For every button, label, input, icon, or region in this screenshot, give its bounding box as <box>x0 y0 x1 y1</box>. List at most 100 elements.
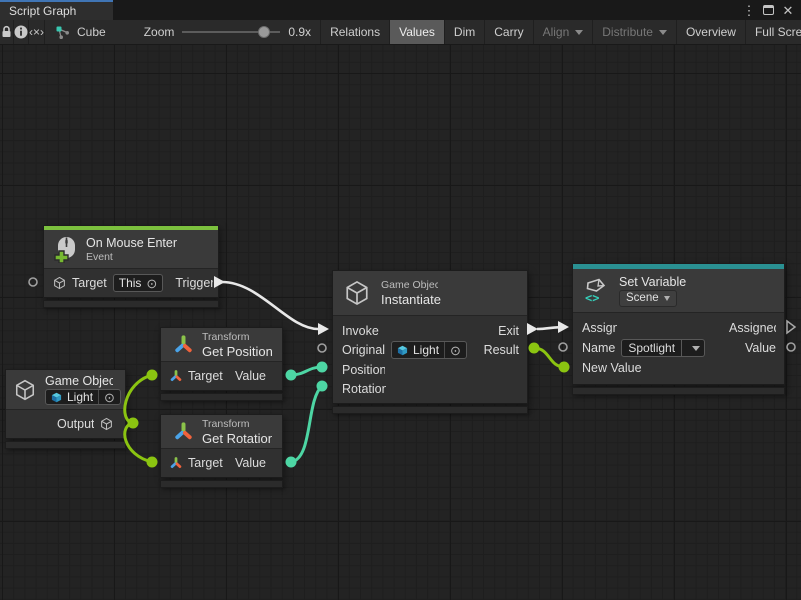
exit-port-label: Exit <box>498 324 519 338</box>
trigger-port-label: Trigger <box>175 276 213 290</box>
zoom-value: 0.9x <box>288 25 316 39</box>
object-picker-icon[interactable]: ⊙ <box>444 342 461 358</box>
game-object-icon <box>397 345 408 356</box>
cube-icon <box>14 378 36 402</box>
fullscreen-label: Full Screen <box>755 25 801 39</box>
node-footer <box>572 387 785 395</box>
node-game-object-light[interactable]: Game Object Light ⊙ Output <box>5 369 126 449</box>
zoom-slider[interactable] <box>182 31 280 33</box>
variable-scope-dropdown[interactable]: Scene <box>619 290 677 307</box>
result-port-label: Result <box>484 343 519 357</box>
info-button[interactable] <box>14 20 29 44</box>
assigned-port-label: Assigned <box>729 321 776 335</box>
graph-name: Cube <box>77 25 106 39</box>
zoom-label: Zoom <box>144 25 175 39</box>
code-icon: ‹×› <box>29 25 44 39</box>
chevron-down-icon <box>575 30 583 35</box>
original-value: Light <box>413 343 439 357</box>
node-footer <box>43 300 219 308</box>
target-port-label: Target <box>72 276 107 290</box>
window-controls: ⋮ ✕ <box>742 0 801 20</box>
original-value-chip[interactable]: Light ⊙ <box>391 341 467 359</box>
chevron-down-icon <box>659 30 667 35</box>
name-port-label: Name <box>582 341 615 355</box>
align-button[interactable]: Align <box>534 20 594 44</box>
light-object-chip[interactable]: Light ⊙ <box>45 389 121 405</box>
node-title: On Mouse Enter <box>86 236 177 250</box>
node-title: Game Object <box>45 374 113 388</box>
values-button[interactable]: Values <box>390 20 445 44</box>
object-picker-icon[interactable]: ⊙ <box>98 390 115 404</box>
target-port-label: Target <box>188 456 223 470</box>
transform-icon <box>174 422 193 441</box>
variable-name-value: Spotlight <box>621 339 682 357</box>
graph-icon <box>55 25 70 40</box>
maximize-icon[interactable] <box>763 5 774 15</box>
target-value-chip[interactable]: This ⊙ <box>113 274 164 292</box>
chevron-down-icon <box>682 339 705 357</box>
relations-label: Relations <box>330 25 380 39</box>
dim-button[interactable]: Dim <box>445 20 485 44</box>
distribute-button[interactable]: Distribute <box>593 20 677 44</box>
mouse-enter-icon <box>53 235 77 263</box>
tab-script-graph[interactable]: Script Graph <box>0 0 113 20</box>
node-footer <box>5 441 126 449</box>
node-subtitle: Event <box>86 251 177 263</box>
value-port-label: Value <box>235 369 266 383</box>
node-get-rotation[interactable]: Transform Get Rotation Target Value <box>160 414 283 488</box>
new-value-port-label: New Value <box>582 361 642 375</box>
position-port-label: Position <box>342 363 385 377</box>
relations-button[interactable]: Relations <box>321 20 390 44</box>
node-category: Game Object <box>381 279 438 291</box>
node-on-mouse-enter[interactable]: On Mouse Enter Event Target This ⊙ Trigg… <box>43 225 219 308</box>
set-variable-icon: <> <box>583 277 609 305</box>
node-title: Get Rotation <box>202 431 272 446</box>
menu-icon[interactable]: ⋮ <box>742 4 756 17</box>
graph-toolbar: ‹×› Cube Zoom 0.9x Relations Values Dim … <box>0 20 801 45</box>
node-instantiate[interactable]: Game Object Instantiate Invoke Exit Orig… <box>332 270 528 414</box>
cube-icon <box>100 417 113 431</box>
node-title: Set Variable <box>619 275 686 289</box>
object-picker-icon[interactable]: ⊙ <box>146 277 157 290</box>
target-port-label: Target <box>188 369 223 383</box>
tab-label: Script Graph <box>9 4 76 18</box>
value-port-label: Value <box>745 341 776 355</box>
svg-text:<>: <> <box>585 291 599 305</box>
variable-name-dropdown[interactable]: Spotlight <box>621 339 705 357</box>
transform-icon <box>174 335 193 354</box>
code-view-button[interactable]: ‹×› <box>29 20 45 44</box>
variable-scope-value: Scene <box>626 292 659 304</box>
title-bar: Script Graph ⋮ ✕ <box>0 0 801 20</box>
output-port-label: Output <box>57 417 94 431</box>
invoke-port-label: Invoke <box>342 324 379 338</box>
node-get-position[interactable]: Transform Get Position Target Value <box>160 327 283 401</box>
cube-icon <box>344 279 370 307</box>
zoom-slider-handle[interactable] <box>258 26 270 38</box>
overview-button[interactable]: Overview <box>677 20 746 44</box>
light-object-label: Light <box>67 390 93 404</box>
carry-button[interactable]: Carry <box>485 20 533 44</box>
values-label: Values <box>399 25 435 39</box>
target-value: This <box>119 276 142 290</box>
zoom-control: Zoom 0.9x <box>116 20 321 44</box>
script-graph-window: Script Graph ⋮ ✕ ‹×› Cube <box>0 0 801 600</box>
lock-icon <box>0 25 13 39</box>
node-footer <box>160 480 283 488</box>
carry-label: Carry <box>494 25 523 39</box>
close-icon[interactable]: ✕ <box>781 4 795 17</box>
distribute-label: Distribute <box>602 25 653 39</box>
align-label: Align <box>543 25 570 39</box>
node-category: Transform <box>202 418 272 430</box>
original-port-label: Original <box>342 343 385 357</box>
node-set-variable[interactable]: <> Set Variable Scene Assign Assigned <box>572 263 785 395</box>
overview-label: Overview <box>686 25 736 39</box>
game-object-icon <box>51 392 62 403</box>
rotation-port-label: Rotation <box>342 382 386 396</box>
fullscreen-button[interactable]: Full Screen <box>746 20 801 44</box>
lock-button[interactable] <box>0 20 14 44</box>
value-port-label: Value <box>235 456 266 470</box>
assign-port-label: Assign <box>582 321 617 335</box>
chevron-down-icon <box>664 296 670 301</box>
node-footer <box>160 393 283 401</box>
graph-breadcrumb[interactable]: Cube <box>45 20 116 44</box>
